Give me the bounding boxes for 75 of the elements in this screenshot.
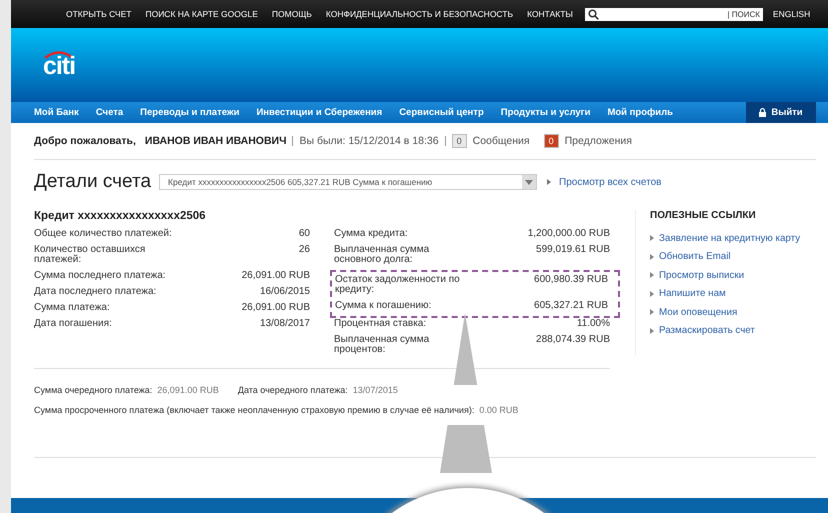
useful-link[interactable]: Размаскировать счет — [659, 325, 755, 336]
field-value: 605,327.21 RUB — [534, 301, 608, 311]
triangle-icon — [650, 235, 654, 242]
triangle-icon — [650, 309, 654, 316]
nav-item[interactable]: Сервисный центр — [399, 107, 484, 118]
triangle-icon — [650, 290, 654, 297]
field-value: 16/06/2015 — [260, 287, 310, 297]
search-field[interactable]: | ПОИСК — [584, 8, 763, 20]
search-icon — [588, 8, 599, 20]
nav-item[interactable]: Инвестиции и Сбережения — [256, 107, 382, 118]
last-visit: Вы были: 15/12/2014 в 18:36 — [299, 135, 439, 147]
triangle-icon — [547, 179, 552, 185]
nav-item[interactable]: Мой профиль — [607, 107, 674, 118]
language-link[interactable]: ENGLISH — [772, 9, 810, 19]
logout-button[interactable]: Выйти — [746, 102, 816, 123]
lock-icon — [759, 108, 766, 117]
useful-link[interactable]: Заявление на кредитную карту — [659, 232, 800, 244]
view-all-link[interactable]: Просмотр всех счетов — [559, 176, 662, 188]
overdue-value: 0.00 RUB — [479, 405, 518, 415]
count-badge: 0 — [544, 134, 559, 148]
counter-link[interactable]: Предложения — [564, 135, 632, 147]
field-label: Дата погашения: — [34, 319, 113, 329]
top-link[interactable]: ПОИСК НА КАРТЕ GOOGLE — [145, 9, 258, 19]
field-label: Процентная ставка: — [334, 319, 428, 329]
field-label: Выплаченная сумма основного долга: — [334, 245, 430, 265]
useful-link[interactable]: Просмотр выписки — [659, 270, 744, 281]
search-button[interactable]: | ПОИСК — [727, 10, 760, 18]
field-label: Сумма платежа: — [34, 303, 111, 313]
nav-item[interactable]: Мой Банк — [34, 107, 79, 118]
page-title: Детали счета — [34, 171, 152, 193]
overdue-label: Сумма просроченного платежа (включает также неоплаченную страховую премию в случае её наличия): — [34, 405, 474, 415]
field-label: Сумма к погашению: — [335, 301, 432, 311]
payment-value: 26,091.00 RUB — [157, 385, 219, 395]
nav-item[interactable]: Переводы и платежи — [140, 107, 240, 118]
nav-item[interactable]: Счета — [96, 107, 124, 118]
field-value: 13/08/2017 — [260, 319, 310, 329]
top-link[interactable]: КОНФИДЕНЦИАЛЬНОСТЬ И БЕЗОПАСНОСТЬ — [326, 9, 514, 19]
field-label: Общее количество платежей: — [34, 229, 173, 239]
triangle-icon — [650, 254, 654, 260]
useful-link[interactable]: Обновить Email — [659, 251, 731, 262]
account-dropdown[interactable]: Кредит xxxxxxxxxxxxxxxx2506 605,327.21 RUB Сумма к погашению — [159, 174, 538, 190]
payment-label: Сумма очередного платежа: — [34, 385, 152, 395]
payment-value: 13/07/2015 — [352, 385, 398, 395]
field-value: 288,074.39 RUB — [536, 335, 610, 347]
caret-icon — [525, 180, 534, 184]
top-link[interactable]: ОТКРЫТЬ СЧЕТ — [66, 9, 132, 19]
field-value: 60 — [298, 229, 310, 239]
count-badge: 0 — [452, 134, 467, 148]
greeting: Добро пожаловать, — [34, 135, 136, 147]
top-link[interactable]: КОНТАКТЫ — [527, 9, 573, 19]
field-value: 26,091.00 RUB — [242, 303, 310, 313]
field-label: Выплаченная сумма процентов: — [334, 335, 430, 355]
logo[interactable]: citi — [35, 50, 83, 82]
user-name: ИВАНОВ ИВАН ИВАНОВИЧ — [144, 135, 286, 147]
nav-item[interactable]: Продукты и услуги — [500, 107, 590, 118]
field-label: Сумма кредита: — [334, 229, 409, 239]
triangle-icon — [650, 272, 654, 278]
field-label: Остаток задолженности по кредиту: — [335, 275, 461, 295]
field-label: Количество оставшихся платежей: — [34, 245, 146, 265]
field-value: 1,200,000.00 RUB — [528, 229, 610, 239]
top-link[interactable]: ПОМОЩЬ — [272, 9, 312, 19]
useful-links-title: ПОЛЕЗНЫЕ ССЫЛКИ — [650, 210, 757, 221]
payment-label: Дата очередного платежа: — [238, 385, 348, 395]
field-value: 26 — [298, 245, 310, 257]
field-value: 26,091.00 RUB — [242, 271, 310, 281]
field-value: 600,980.39 RUB — [534, 275, 608, 287]
field-label: Сумма последнего платежа: — [34, 271, 167, 281]
field-label: Дата последнего платежа: — [34, 287, 158, 297]
triangle-icon — [650, 328, 654, 334]
counter-link[interactable]: Сообщения — [472, 135, 530, 147]
field-value: 11.00% — [576, 319, 610, 329]
field-value: 599,019.61 RUB — [536, 245, 610, 257]
account-name: Кредит xxxxxxxxxxxxxxxx2506 — [34, 210, 207, 222]
useful-link[interactable]: Мои оповещения — [659, 306, 738, 318]
useful-link[interactable]: Напишите нам — [659, 288, 726, 300]
